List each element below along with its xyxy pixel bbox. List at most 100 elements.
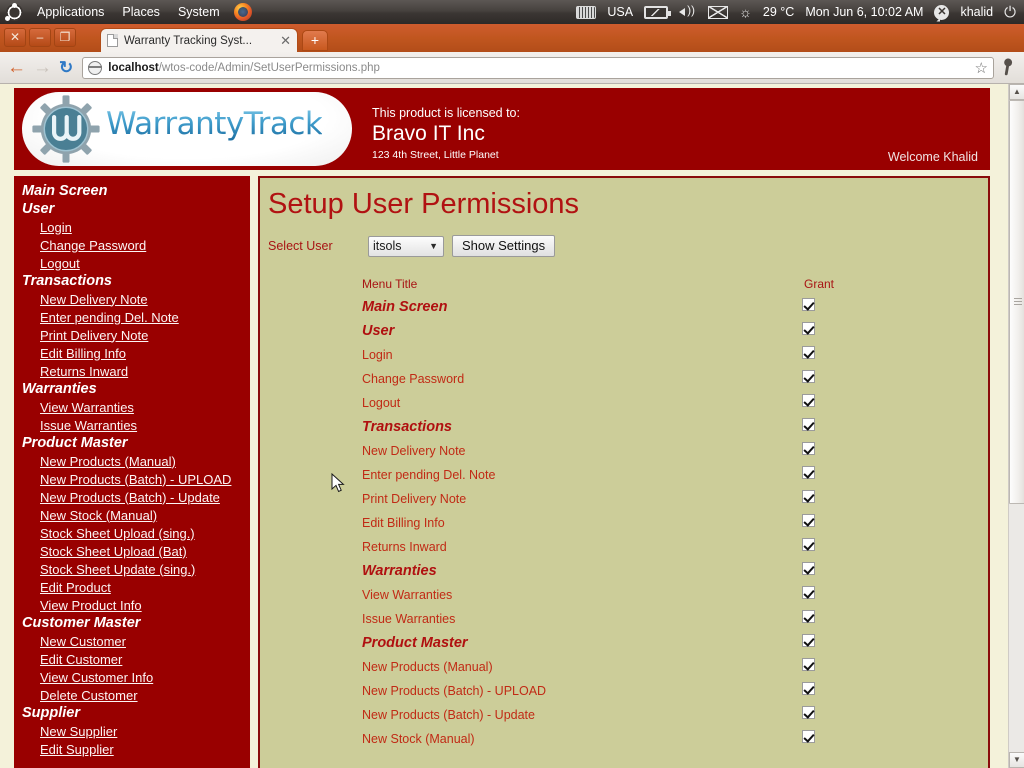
menu-places[interactable]: Places xyxy=(118,4,164,20)
page-scrollbar[interactable]: ▲ ▼ xyxy=(1008,84,1024,768)
sidebar-link[interactable]: View Customer Info xyxy=(14,668,250,686)
grant-checkbox[interactable] xyxy=(802,394,815,407)
new-tab-button[interactable]: + xyxy=(302,30,328,51)
sidebar-link[interactable]: Stock Sheet Update (sing.) xyxy=(14,560,250,578)
grant-checkbox[interactable] xyxy=(802,562,815,575)
col-menu-title: Menu Title xyxy=(362,277,802,295)
back-icon[interactable]: ← xyxy=(7,58,26,77)
grant-checkbox[interactable] xyxy=(802,322,815,335)
permission-label-cell: New Products (Batch) - Update xyxy=(362,703,802,727)
sidebar-link[interactable]: New Supplier xyxy=(14,722,250,740)
bookmark-star-icon[interactable]: ☆ xyxy=(975,59,988,77)
sidebar-link[interactable]: Print Delivery Note xyxy=(14,326,250,344)
grant-checkbox[interactable] xyxy=(802,442,815,455)
user-select-dropdown[interactable]: itsols ▼ xyxy=(368,236,444,257)
forward-icon[interactable]: → xyxy=(33,58,52,77)
sidebar-link[interactable]: View Warranties xyxy=(14,398,250,416)
sidebar-link[interactable]: New Products (Batch) - UPLOAD xyxy=(14,470,250,488)
sidebar-link[interactable]: Stock Sheet Upload (Bat) xyxy=(14,542,250,560)
tab-close-icon[interactable]: ✕ xyxy=(280,33,291,49)
sidebar-link[interactable]: New Stock (Manual) xyxy=(14,506,250,524)
sidebar-link[interactable]: Edit Billing Info xyxy=(14,344,250,362)
grant-checkbox[interactable] xyxy=(802,586,815,599)
url-bar[interactable]: localhost/wtos-code/Admin/SetUserPermiss… xyxy=(82,57,994,79)
grant-checkbox[interactable] xyxy=(802,418,815,431)
mail-icon[interactable] xyxy=(708,6,728,19)
scrollbar-thumb[interactable] xyxy=(1009,100,1024,504)
sidebar-link[interactable]: View Product Info xyxy=(14,596,250,614)
sidebar-link[interactable]: New Delivery Note xyxy=(14,290,250,308)
keyboard-layout-label[interactable]: USA xyxy=(607,5,633,19)
grant-cell xyxy=(802,463,922,487)
power-icon[interactable]: ⏻ xyxy=(1004,4,1016,21)
site-logo[interactable]: WarrantyTrack xyxy=(22,92,352,166)
menu-system[interactable]: System xyxy=(174,4,224,20)
gnome-top-panel: Applications Places System USA ☼ 29 °C M… xyxy=(0,0,1024,24)
url-text: localhost/wtos-code/Admin/SetUserPermiss… xyxy=(108,62,968,74)
grant-checkbox[interactable] xyxy=(802,514,815,527)
grant-checkbox[interactable] xyxy=(802,634,815,647)
battery-icon[interactable] xyxy=(644,6,668,19)
sidebar-nav: Main ScreenUserLoginChange PasswordLogou… xyxy=(14,176,250,768)
sidebar-link[interactable]: Logout xyxy=(14,254,250,272)
firefox-icon[interactable] xyxy=(234,3,252,21)
grant-checkbox[interactable] xyxy=(802,682,815,695)
sidebar-link[interactable]: Login xyxy=(14,218,250,236)
show-settings-button[interactable]: Show Settings xyxy=(452,235,555,257)
keyboard-icon[interactable] xyxy=(576,6,596,19)
scroll-up-icon[interactable]: ▲ xyxy=(1009,84,1024,100)
permissions-table-body: Main ScreenUserLoginChange PasswordLogou… xyxy=(362,295,922,751)
window-close-button[interactable]: ✕ xyxy=(4,28,26,47)
sidebar-link[interactable]: Returns Inward xyxy=(14,362,250,380)
mouse-cursor xyxy=(331,473,345,493)
grant-checkbox[interactable] xyxy=(802,610,815,623)
volume-icon[interactable] xyxy=(679,5,697,19)
user-status-icon[interactable]: ✕ xyxy=(934,5,949,20)
grant-cell xyxy=(802,439,922,463)
grant-checkbox[interactable] xyxy=(802,538,815,551)
sidebar-link[interactable]: New Products (Manual) xyxy=(14,452,250,470)
permission-label-cell: Login xyxy=(362,343,802,367)
sidebar-link[interactable]: Enter pending Del. Note xyxy=(14,308,250,326)
menu-applications[interactable]: Applications xyxy=(33,4,108,20)
sidebar-link[interactable]: Edit Supplier xyxy=(14,740,250,758)
gnome-panel-left: Applications Places System xyxy=(0,3,252,21)
gear-logo-icon xyxy=(31,94,101,164)
sidebar-link[interactable]: Issue Warranties xyxy=(14,416,250,434)
grant-checkbox[interactable] xyxy=(802,298,815,311)
reload-icon[interactable]: ↻ xyxy=(59,58,73,78)
browser-tab[interactable]: Warranty Tracking Syst... ✕ xyxy=(100,28,298,52)
page-icon xyxy=(107,34,118,47)
sidebar-link[interactable]: Edit Product xyxy=(14,578,250,596)
temperature-label: 29 °C xyxy=(763,5,794,19)
grant-checkbox[interactable] xyxy=(802,466,815,479)
window-maximize-button[interactable]: ❐ xyxy=(54,28,76,47)
license-address: 123 4th Street, Little Planet xyxy=(372,149,520,161)
username-label[interactable]: khalid xyxy=(960,5,993,19)
grant-checkbox[interactable] xyxy=(802,490,815,503)
scroll-down-icon[interactable]: ▼ xyxy=(1009,752,1024,768)
grant-checkbox[interactable] xyxy=(802,658,815,671)
sidebar-link[interactable]: New Customer xyxy=(14,632,250,650)
permission-item-label: Logout xyxy=(362,396,400,410)
permission-item-label: New Products (Batch) - Update xyxy=(362,708,535,722)
window-minimize-button[interactable]: – xyxy=(29,28,51,47)
weather-sun-icon[interactable]: ☼ xyxy=(739,5,752,19)
clock-label[interactable]: Mon Jun 6, 10:02 AM xyxy=(805,5,923,19)
sidebar-link[interactable]: New Products (Batch) - Update xyxy=(14,488,250,506)
grant-cell xyxy=(802,367,922,391)
wrench-icon[interactable] xyxy=(997,55,1022,81)
grant-checkbox[interactable] xyxy=(802,706,815,719)
grant-cell xyxy=(802,343,922,367)
sidebar-link[interactable]: Edit Customer xyxy=(14,650,250,668)
sidebar-link[interactable]: Stock Sheet Upload (sing.) xyxy=(14,524,250,542)
grant-checkbox[interactable] xyxy=(802,346,815,359)
sidebar-link[interactable]: Change Password xyxy=(14,236,250,254)
ubuntu-logo-icon[interactable] xyxy=(6,4,23,21)
sidebar-link[interactable]: Delete Customer xyxy=(14,686,250,704)
grant-checkbox[interactable] xyxy=(802,370,815,383)
grant-checkbox[interactable] xyxy=(802,730,815,743)
permission-label-cell: Transactions xyxy=(362,415,802,439)
site-header-banner: WarrantyTrack This product is licensed t… xyxy=(14,88,990,170)
scrollbar-track[interactable] xyxy=(1009,100,1024,752)
